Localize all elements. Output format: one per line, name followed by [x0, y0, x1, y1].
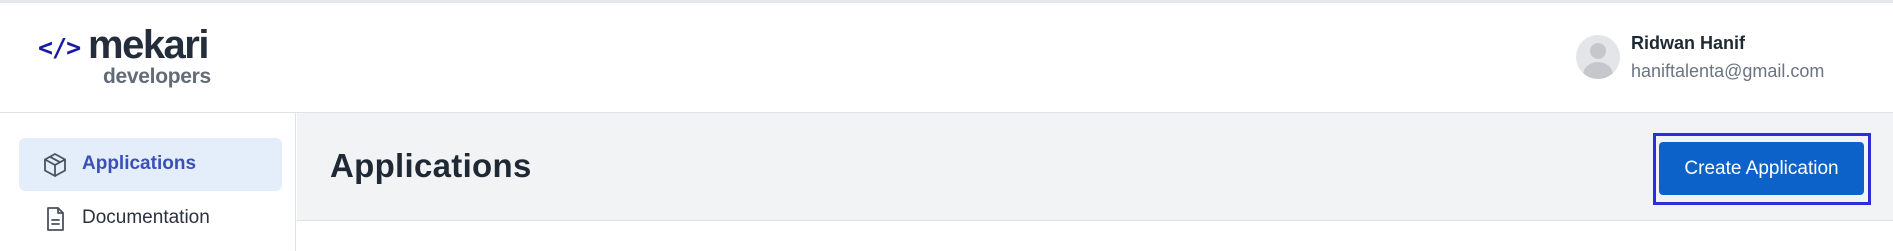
top-header: </> mekari developers Ridwan Hanif hanif…: [0, 3, 1893, 113]
sidebar-item-label: Applications: [82, 153, 197, 174]
sidebar-item-documentation[interactable]: Documentation: [19, 192, 282, 245]
avatar-head-shape: [1590, 43, 1606, 59]
avatar-body-shape: [1583, 62, 1613, 79]
mekari-developers-logo[interactable]: </> mekari developers: [38, 23, 228, 93]
create-application-button[interactable]: Create Application: [1659, 142, 1864, 195]
user-profile[interactable]: Ridwan Hanif haniftalenta@gmail.com: [1576, 33, 1876, 89]
logo-brand-text: mekari: [88, 23, 209, 67]
code-brackets-icon: </>: [38, 33, 81, 62]
page-header: Applications Create Application: [297, 113, 1893, 221]
user-avatar-icon[interactable]: [1576, 35, 1620, 79]
sidebar-item-applications[interactable]: Applications: [19, 138, 282, 191]
sidebar: Applications Documentation: [0, 113, 296, 251]
box-icon: [44, 153, 66, 177]
user-name: Ridwan Hanif: [1631, 33, 1746, 53]
document-icon: [47, 207, 64, 231]
user-email: haniftalenta@gmail.com: [1631, 61, 1825, 81]
logo-sub-text: developers: [103, 65, 211, 88]
page-title: Applications: [330, 147, 532, 184]
main-content: Applications Create Application: [297, 113, 1893, 251]
sidebar-item-label: Documentation: [82, 207, 210, 228]
